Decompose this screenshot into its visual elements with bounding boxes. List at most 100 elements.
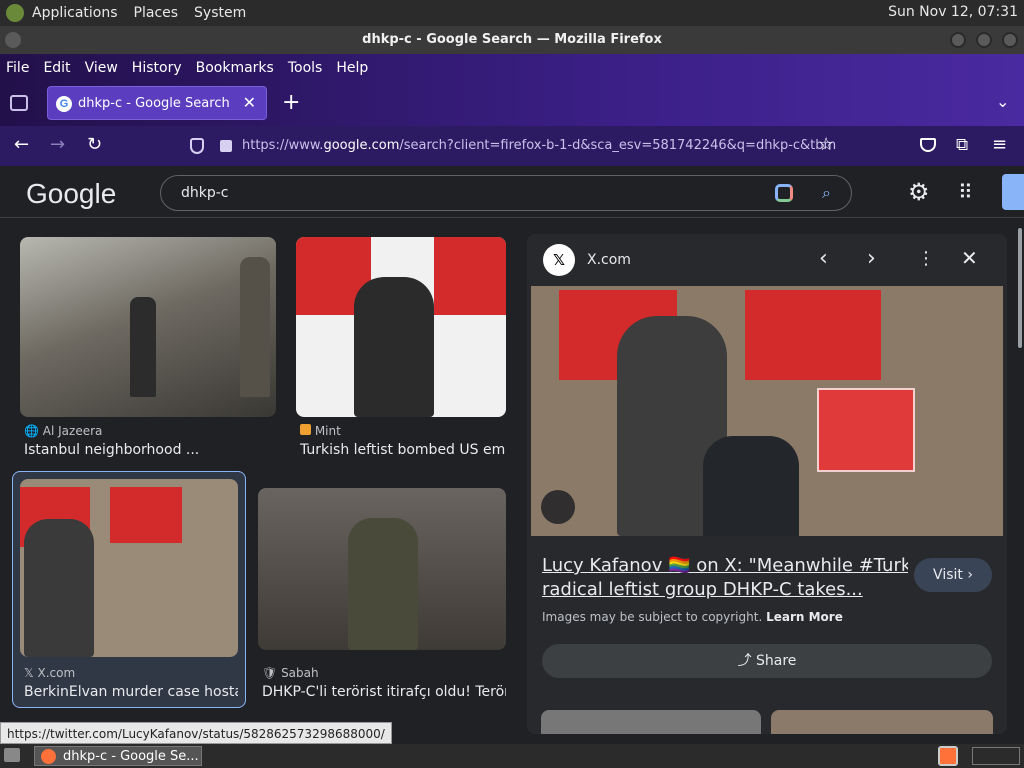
preview-title-line-1: Lucy Kafanov 🏳️‍🌈 on X: "Meanwhile #Turk…	[542, 555, 908, 576]
share-icon: ⤴	[737, 653, 752, 669]
firefox-navbar: ← → ↻ https://www.google.com/search?clie…	[0, 126, 1024, 166]
red-flag	[434, 237, 506, 315]
search-icon[interactable]: ⌕	[822, 176, 831, 210]
x-logo-icon: 𝕏	[543, 244, 575, 276]
top-panel: Applications Places System Sun Nov 12, 0…	[0, 0, 1024, 26]
google-logo[interactable]: Google	[26, 178, 116, 210]
url-bar[interactable]: https://www.google.com/search?client=fir…	[180, 130, 840, 162]
person-figure	[348, 518, 418, 650]
result-image-4[interactable]	[258, 488, 506, 650]
sign-in-button[interactable]	[1002, 174, 1024, 210]
result-image-1[interactable]	[20, 237, 276, 417]
page-scrollbar[interactable]	[1018, 228, 1022, 348]
app-menu-icon[interactable]: ≡	[992, 134, 1007, 155]
preview-title[interactable]: Lucy Kafanov 🏳️‍🌈 on X: "Meanwhile #Turk…	[542, 554, 908, 602]
system-menu[interactable]: System	[186, 5, 254, 21]
menu-help[interactable]: Help	[336, 60, 368, 76]
window-titlebar[interactable]: dhkp-c - Google Search — Mozilla Firefox	[0, 26, 1024, 54]
firefox-tabbar: G dhkp-c - Google Search ✕ + ⌄	[0, 82, 1024, 126]
menu-edit[interactable]: Edit	[43, 60, 70, 76]
tracking-shield-icon[interactable]	[190, 138, 204, 154]
tray-firefox-icon[interactable]	[938, 746, 958, 766]
preview-source[interactable]: X.com	[587, 252, 631, 268]
result-source-1: 🌐 Al Jazeera	[24, 424, 103, 438]
result-caption-1[interactable]: Istanbul neighborhood ...	[24, 442, 274, 458]
list-all-tabs-icon[interactable]: ⌄	[996, 92, 1009, 111]
firefox-icon	[41, 749, 56, 764]
applications-menu[interactable]: Applications	[30, 5, 126, 21]
show-desktop-icon[interactable]	[4, 748, 20, 762]
reload-icon[interactable]: ↻	[87, 134, 102, 155]
person-figure	[703, 436, 799, 536]
menu-history[interactable]: History	[132, 60, 182, 76]
url-rest: /search?client=firefox-b-1-d&sca_esv=581…	[399, 138, 837, 153]
result-source-2: Mint	[300, 424, 341, 438]
extensions-icon[interactable]: ⧉	[956, 135, 968, 155]
result-source-3: 𝕏 X.com	[24, 666, 76, 680]
places-menu[interactable]: Places	[126, 5, 187, 21]
forward-icon[interactable]: →	[50, 134, 65, 155]
close-window-icon[interactable]	[1002, 32, 1018, 48]
related-image-2[interactable]	[771, 710, 993, 734]
window-menu-icon[interactable]	[5, 32, 21, 48]
related-image-1[interactable]	[541, 710, 761, 734]
result-caption-2[interactable]: Turkish leftist bombed US em...	[300, 442, 506, 458]
search-query: dhkp-c	[181, 185, 229, 201]
person-figure	[354, 277, 434, 417]
maximize-icon[interactable]	[976, 32, 992, 48]
protester-figure	[240, 257, 270, 397]
status-url: https://twitter.com/LucyKafanov/status/5…	[0, 722, 392, 744]
tab-title: dhkp-c - Google Search	[78, 95, 230, 111]
window-title: dhkp-c - Google Search — Mozilla Firefox	[362, 32, 662, 47]
result-image-2[interactable]	[296, 237, 506, 417]
close-preview-icon[interactable]: ✕	[961, 246, 978, 270]
firefox-view-icon[interactable]	[10, 95, 28, 111]
lens-search-icon[interactable]	[541, 490, 575, 524]
minimize-icon[interactable]	[950, 32, 966, 48]
result-caption-3[interactable]: BerkinElvan murder case hosta...	[24, 684, 238, 700]
previous-icon[interactable]: ‹	[819, 246, 828, 271]
preview-image[interactable]	[531, 286, 1003, 536]
copyright-note: Images may be subject to copyright. Lear…	[542, 610, 843, 624]
workspace-switcher[interactable]	[972, 747, 1020, 765]
result-source-4: 🛡 Sabah	[262, 666, 319, 680]
preview-title-line-2: radical leftist group DHKP-C takes...	[542, 579, 863, 600]
new-tab-icon[interactable]: +	[282, 90, 300, 115]
bookmark-star-icon[interactable]: ☆	[818, 134, 834, 155]
clock[interactable]: Sun Nov 12, 07:31	[888, 4, 1018, 20]
tab-google-search[interactable]: G dhkp-c - Google Search ✕	[47, 86, 267, 120]
taskbar-firefox-item[interactable]: dhkp-c - Google Se...	[34, 746, 202, 766]
result-caption-4[interactable]: DHKP-C'li terörist itirafçı oldu! Terör.…	[262, 684, 506, 700]
more-options-icon[interactable]: ⋮	[917, 248, 935, 269]
learn-more-link[interactable]: Learn More	[766, 610, 843, 624]
poster	[817, 388, 915, 472]
mint-favicon-icon	[300, 424, 311, 435]
close-tab-icon[interactable]: ✕	[243, 93, 256, 112]
lock-icon[interactable]	[220, 140, 232, 152]
menu-bookmarks[interactable]: Bookmarks	[196, 60, 274, 76]
share-button[interactable]: ⤴ Share	[542, 644, 992, 678]
search-input[interactable]: dhkp-c ⌕	[160, 175, 852, 211]
settings-gear-icon[interactable]: ⚙	[908, 178, 930, 206]
menu-view[interactable]: View	[85, 60, 118, 76]
back-icon[interactable]: ←	[14, 134, 29, 155]
menu-tools[interactable]: Tools	[288, 60, 323, 76]
google-lens-icon[interactable]	[775, 184, 793, 202]
pocket-icon[interactable]	[920, 138, 936, 152]
url-domain: google.com	[323, 138, 400, 153]
url-prefix: https://www.	[242, 138, 324, 153]
google-favicon-icon: G	[56, 96, 72, 112]
next-icon[interactable]: ›	[867, 246, 876, 271]
google-header: Google dhkp-c ⌕ ⚙ ⠿	[0, 166, 1024, 218]
menu-file[interactable]: File	[6, 60, 29, 76]
gnome-foot-icon[interactable]	[6, 4, 24, 22]
apps-grid-icon[interactable]: ⠿	[958, 180, 973, 204]
result-image-3[interactable]	[20, 479, 238, 657]
red-flag	[745, 290, 881, 380]
firefox-menubar: File Edit View History Bookmarks Tools H…	[0, 54, 1024, 82]
image-preview-panel: 𝕏 X.com ‹ › ⋮ ✕ Lucy Kafanov 🏳️‍🌈 on X: …	[527, 234, 1007, 734]
red-flag	[110, 487, 182, 543]
visit-button[interactable]: Visit ›	[914, 558, 992, 592]
person-figure	[24, 519, 94, 657]
protester-figure	[130, 297, 156, 397]
